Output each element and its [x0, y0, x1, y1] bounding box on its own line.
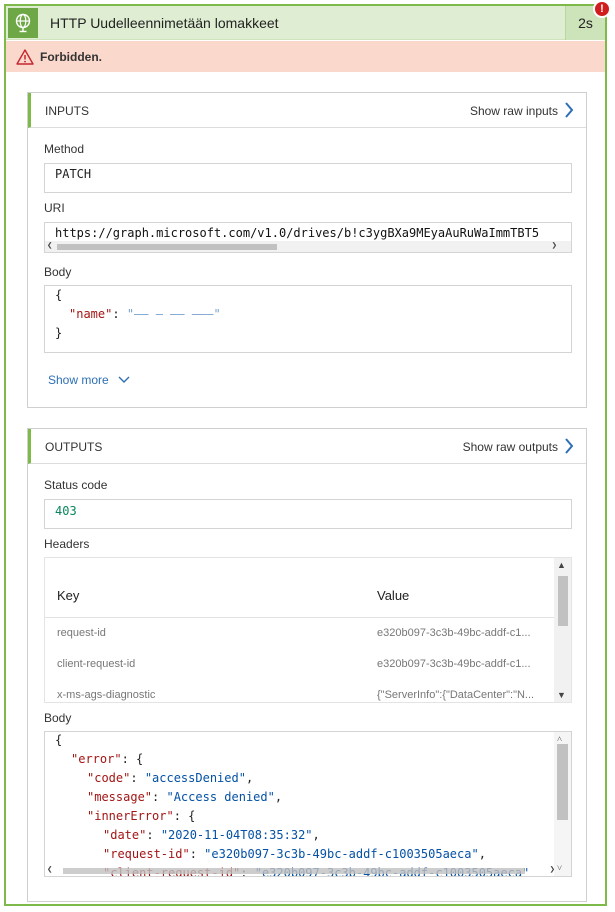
error-badge-icon: !: [593, 0, 611, 18]
header-key: client-request-id: [57, 658, 136, 670]
header-value: e320b097-3c3b-49bc-addf-c1...: [377, 627, 531, 639]
header-value: e320b097-3c3b-49bc-addf-c1...: [377, 658, 531, 670]
json-token: "date": [103, 828, 147, 842]
action-title: HTTP Uudelleennimetään lomakkeet: [50, 15, 279, 31]
headers-column-key: Key: [57, 588, 80, 603]
inputs-section-title: INPUTS: [45, 104, 90, 118]
headers-label: Headers: [44, 537, 90, 551]
inputs-section-header: INPUTS Show raw inputs: [28, 93, 586, 128]
output-body-line: {: [55, 733, 62, 747]
input-body-close-brace: }: [55, 326, 63, 340]
show-raw-inputs-link[interactable]: Show raw inputs: [470, 104, 558, 118]
show-raw-outputs-link[interactable]: Show raw outputs: [463, 440, 558, 454]
json-token: ,: [312, 828, 320, 842]
uri-value: https://graph.microsoft.com/v1.0/drives/…: [55, 226, 540, 240]
output-body-line: "message": "Access denied",: [87, 790, 282, 804]
output-body-line: "innerError": {: [87, 809, 195, 823]
action-card: HTTP Uudelleennimetään lomakkeet 2s ! Fo…: [4, 0, 611, 906]
headers-table-header: Key Value: [45, 558, 555, 618]
body-scrollbar-thumb-h[interactable]: [63, 868, 525, 874]
output-body-line: "code": "accessDenied",: [87, 771, 253, 785]
json-token: "code": [87, 771, 131, 785]
headers-table[interactable]: Key Value request-id e320b097-3c3b-49bc-…: [44, 557, 572, 703]
uri-horizontal-scrollbar[interactable]: ❮ ❯: [45, 241, 571, 252]
table-row: x-ms-ags-diagnostic {"ServerInfo":{"Data…: [45, 680, 555, 702]
body-scrollbar-thumb[interactable]: [557, 744, 568, 820]
uri-label: URI: [44, 201, 65, 215]
output-body-field[interactable]: {"error": {"code": "accessDenied", "messa…: [44, 731, 572, 877]
json-token: {: [55, 733, 63, 747]
chevron-down-icon: [118, 376, 130, 383]
json-token: "e320b097-3c3b-49bc-addf-c1003505aeca": [204, 847, 479, 861]
error-banner-text: Forbidden.: [40, 49, 102, 64]
input-body-line: "name": "—— — —— ———": [69, 307, 221, 321]
json-token: :: [189, 847, 205, 861]
body-vertical-scrollbar[interactable]: ˄ ˅: [554, 732, 571, 876]
body-label: Body: [44, 265, 72, 279]
header-value: {"ServerInfo":{"DataCenter":"N...: [377, 689, 535, 701]
json-token: "accessDenied": [144, 771, 246, 785]
uri-field[interactable]: https://graph.microsoft.com/v1.0/drives/…: [44, 222, 572, 253]
input-body-value: "—— — —— ———": [126, 307, 221, 321]
uri-scrollbar-thumb[interactable]: [57, 244, 277, 250]
json-token: ,: [478, 847, 486, 861]
chevron-right-icon[interactable]: [564, 102, 574, 118]
output-body-line: "error": {: [71, 752, 143, 766]
json-token: "innerError": [87, 809, 174, 823]
error-banner: Forbidden.: [6, 41, 605, 72]
status-code-label: Status code: [44, 478, 108, 492]
json-token: "message": [87, 790, 153, 804]
status-code-field: 403: [44, 499, 572, 529]
json-token: "request-id": [103, 847, 190, 861]
json-token: :: [130, 771, 145, 785]
json-token: :: [146, 828, 161, 842]
chevron-right-icon[interactable]: [564, 438, 574, 454]
outputs-section-title: OUTPUTS: [45, 440, 103, 454]
warning-icon: [16, 48, 34, 65]
headers-vertical-scrollbar[interactable]: ▲ ▼: [554, 558, 571, 702]
json-token: "2020-11-04T08:35:32": [160, 828, 313, 842]
scroll-left-icon[interactable]: ❮: [47, 864, 52, 876]
json-token: : {: [121, 752, 144, 766]
output-body-line: "date": "2020-11-04T08:35:32",: [103, 828, 320, 842]
scroll-down-icon[interactable]: ˅: [557, 863, 562, 874]
table-row: client-request-id e320b097-3c3b-49bc-add…: [45, 649, 555, 680]
header-key: request-id: [57, 627, 106, 639]
json-token: : {: [173, 809, 196, 823]
status-code-value: 403: [55, 504, 77, 518]
input-body-colon: :: [112, 307, 127, 321]
show-more-label: Show more: [48, 373, 109, 387]
scroll-up-icon[interactable]: ▲: [557, 560, 566, 570]
show-more-link[interactable]: Show more: [48, 373, 130, 387]
headers-column-value: Value: [377, 588, 410, 603]
input-body-open-brace: {: [55, 288, 63, 302]
json-token: "error": [71, 752, 122, 766]
input-body-key: "name": [69, 307, 113, 321]
headers-scrollbar-thumb[interactable]: [558, 576, 568, 626]
method-label: Method: [44, 142, 85, 156]
table-row: request-id e320b097-3c3b-49bc-addf-c1...: [45, 618, 555, 649]
globe-icon: [8, 8, 38, 38]
output-body-label: Body: [44, 711, 72, 725]
output-body-line: "request-id": "e320b097-3c3b-49bc-addf-c…: [103, 847, 486, 861]
scroll-right-icon[interactable]: ❯: [550, 864, 555, 876]
method-value: PATCH: [55, 167, 92, 181]
outputs-section: OUTPUTS Show raw outputs Status code 403…: [27, 428, 587, 902]
json-token: :: [152, 790, 167, 804]
json-token: ,: [274, 790, 283, 804]
scroll-right-icon[interactable]: ❯: [552, 240, 557, 252]
action-header[interactable]: HTTP Uudelleennimetään lomakkeet 2s: [6, 6, 605, 40]
body-horizontal-scrollbar[interactable]: ❮ ❯: [45, 865, 557, 876]
scroll-left-icon[interactable]: ❮: [47, 240, 52, 252]
header-key: x-ms-ags-diagnostic: [57, 689, 156, 701]
outputs-section-header: OUTPUTS Show raw outputs: [28, 429, 586, 464]
scroll-down-icon[interactable]: ▼: [557, 690, 566, 700]
input-body-field[interactable]: { "name": "—— — —— ———" }: [44, 285, 572, 353]
method-field: PATCH: [44, 163, 572, 193]
json-token: ,: [245, 771, 254, 785]
inputs-section: INPUTS Show raw inputs Method PATCH URI …: [27, 92, 587, 408]
json-token: "Access denied": [166, 790, 275, 804]
